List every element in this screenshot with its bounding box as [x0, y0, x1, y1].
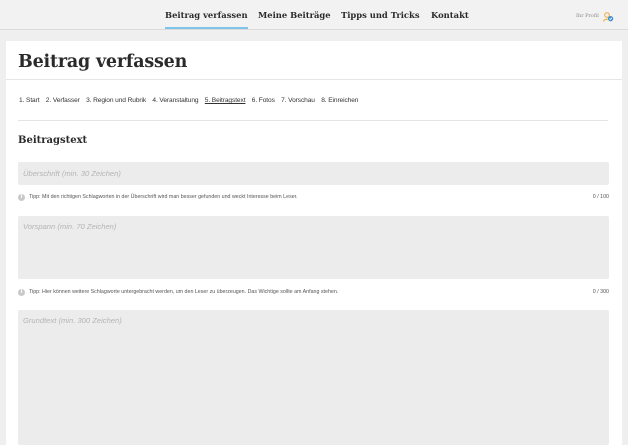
- lead-textarea[interactable]: [18, 216, 609, 279]
- nav-item-meine-beitraege[interactable]: Meine Beiträge: [258, 10, 331, 20]
- lead-hint-text: Tipp: Hier können weitere Schlagworte un…: [29, 289, 339, 295]
- main-card: Beitrag verfassen 1. Start 2. Verfasser …: [6, 41, 622, 445]
- step-start[interactable]: 1. Start: [19, 97, 40, 104]
- main-nav: Beitrag verfassen Meine Beiträge Tipps u…: [0, 0, 628, 30]
- step-einreichen[interactable]: 8. Einreichen: [321, 97, 358, 104]
- step-navigation: 1. Start 2. Verfasser 3. Region und Rubr…: [19, 97, 363, 104]
- lead-char-counter: 0 / 300: [592, 289, 609, 295]
- profile-link[interactable]: Ihr Profil: [576, 9, 614, 23]
- nav-item-kontakt[interactable]: Kontakt: [431, 10, 469, 20]
- section-title: Beitragstext: [18, 135, 88, 146]
- nav-item-beitrag-verfassen[interactable]: Beitrag verfassen: [165, 10, 248, 29]
- profile-label: Ihr Profil: [576, 13, 599, 19]
- info-icon: i: [18, 288, 25, 296]
- step-verfasser[interactable]: 2. Verfasser: [46, 97, 80, 104]
- headline-hint-text: Tipp: Mit den richtigen Schlagworten in …: [29, 194, 298, 200]
- headline-char-counter: 0 / 100: [592, 194, 609, 200]
- step-beitragstext[interactable]: 5. Beitragstext: [205, 97, 246, 104]
- lead-hint: i Tipp: Hier können weitere Schlagworte …: [18, 287, 609, 297]
- divider: [6, 79, 622, 80]
- headline-hint: i Tipp: Mit den richtigen Schlagworten i…: [18, 192, 609, 202]
- info-icon: i: [18, 193, 25, 201]
- step-region-und-rubrik[interactable]: 3. Region und Rubrik: [86, 97, 146, 104]
- body-textarea[interactable]: [18, 310, 609, 445]
- divider: [18, 120, 608, 121]
- nav-item-tipps-und-tricks[interactable]: Tipps und Tricks: [341, 10, 420, 20]
- person-pin-icon: [602, 10, 614, 22]
- top-navigation-bar: Beitrag verfassen Meine Beiträge Tipps u…: [0, 0, 628, 30]
- page-title: Beitrag verfassen: [18, 52, 188, 72]
- step-veranstaltung[interactable]: 4. Veranstaltung: [152, 97, 198, 104]
- step-fotos[interactable]: 6. Fotos: [252, 97, 275, 104]
- headline-input[interactable]: [18, 162, 609, 185]
- step-vorschau[interactable]: 7. Vorschau: [281, 97, 315, 104]
